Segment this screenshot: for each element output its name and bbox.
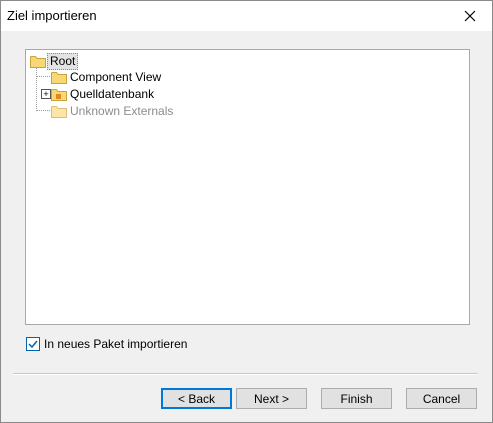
next-button[interactable]: Next >	[236, 388, 307, 409]
cancel-button[interactable]: Cancel	[406, 388, 477, 409]
window-title: Ziel importieren	[7, 8, 97, 23]
title-bar[interactable]: Ziel importieren	[1, 1, 492, 31]
tree-node-label: Quelldatenbank	[70, 86, 155, 101]
folder-icon	[51, 105, 67, 118]
back-button[interactable]: < Back	[161, 388, 232, 409]
tree-node-unknown-externals[interactable]: Unknown Externals	[51, 103, 175, 119]
import-new-package-option[interactable]: In neues Paket importieren	[26, 337, 187, 351]
folder-icon	[30, 55, 46, 68]
import-target-dialog: Ziel importieren Root Component View + Q…	[0, 0, 493, 423]
tree-connector	[36, 110, 50, 111]
separator	[13, 373, 478, 375]
import-new-package-checkbox[interactable]	[26, 337, 40, 351]
expand-plus-icon[interactable]: +	[41, 89, 51, 99]
database-folder-icon	[51, 88, 67, 101]
tree-node-root[interactable]: Root	[30, 52, 79, 70]
finish-button[interactable]: Finish	[321, 388, 392, 409]
tree-node-label: Unknown Externals	[70, 103, 174, 118]
close-icon[interactable]	[448, 1, 492, 31]
folder-icon	[51, 71, 67, 84]
package-tree[interactable]: Root Component View + Quelldatenbank Unk…	[25, 49, 470, 325]
tree-connector	[36, 66, 37, 111]
tree-node-label: Root	[47, 52, 79, 70]
tree-connector	[36, 76, 50, 77]
tree-node-quelldatenbank[interactable]: Quelldatenbank	[51, 86, 156, 102]
tree-node-label: Component View	[70, 69, 162, 84]
checkmark-icon	[28, 340, 38, 349]
tree-node-component-view[interactable]: Component View	[51, 69, 163, 85]
import-new-package-label: In neues Paket importieren	[44, 337, 188, 351]
